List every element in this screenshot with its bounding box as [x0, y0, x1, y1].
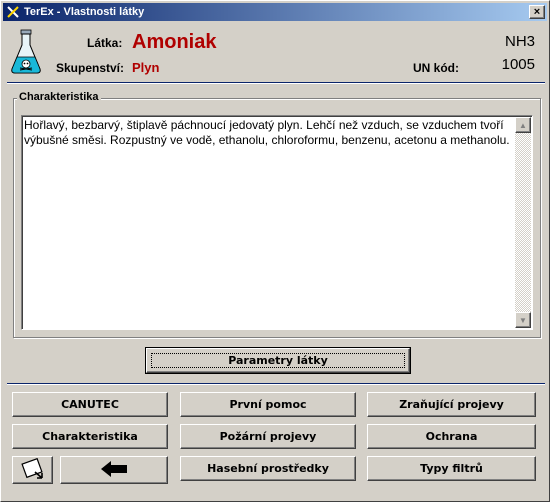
substance-name: Amoniak	[132, 31, 217, 53]
characteristics-group-label: Charakteristika	[17, 91, 101, 103]
extinguishing-button[interactable]: Hasební prostředky	[180, 456, 356, 481]
properties-window: TerEx - Vlastnosti látky × Látka: Amonia…	[0, 0, 550, 502]
characteristics-textarea[interactable]: Hořlavý, bezbarvý, štiplavě páchnoucí je…	[21, 115, 533, 330]
export-icon	[20, 457, 45, 483]
substance-name-label: Látka:	[87, 36, 123, 50]
buttons-divider	[7, 383, 545, 385]
first-aid-button-label: První pomoc	[229, 398, 307, 411]
canutec-button[interactable]: CANUTEC	[12, 392, 168, 417]
protection-button[interactable]: Ochrana	[367, 424, 536, 449]
scroll-up-icon: ▲	[519, 120, 527, 130]
injury-effects-button-label: Zraňující projevy	[399, 398, 504, 411]
vertical-scrollbar[interactable]: ▲ ▼	[515, 117, 531, 328]
back-arrow-icon	[99, 460, 129, 481]
app-icon	[6, 5, 20, 19]
filter-types-button[interactable]: Typy filtrů	[367, 456, 536, 481]
un-code-value: 1005	[501, 56, 535, 73]
filter-types-button-label: Typy filtrů	[420, 462, 483, 475]
window-title: TerEx - Vlastnosti látky	[24, 6, 145, 18]
fire-effects-button-label: Požární projevy	[219, 430, 317, 443]
state-value: Plyn	[132, 60, 160, 75]
title-bar[interactable]: TerEx - Vlastnosti látky ×	[3, 3, 547, 21]
scroll-down-button[interactable]: ▼	[515, 312, 531, 328]
scroll-up-button[interactable]: ▲	[515, 117, 531, 133]
substance-header: Látka: Amoniak Skupenství: Plyn NH3 UN k…	[1, 21, 549, 83]
back-button[interactable]	[60, 456, 168, 484]
characteristics-button-label: Charakteristika	[42, 430, 138, 443]
export-button[interactable]	[12, 456, 53, 484]
header-divider	[7, 82, 545, 84]
fire-effects-button[interactable]: Požární projevy	[180, 424, 356, 449]
protection-button-label: Ochrana	[425, 430, 478, 443]
flask-icon	[9, 29, 43, 75]
un-code-label: UN kód:	[413, 61, 459, 75]
close-button[interactable]: ×	[529, 5, 545, 19]
extinguishing-button-label: Hasební prostředky	[207, 462, 329, 475]
characteristics-button[interactable]: Charakteristika	[12, 424, 168, 449]
parameters-button[interactable]: Parametry látky	[145, 347, 411, 374]
first-aid-button[interactable]: První pomoc	[180, 392, 356, 417]
chemical-formula: NH3	[504, 33, 535, 50]
state-label: Skupenství:	[56, 61, 125, 75]
scroll-down-icon: ▼	[519, 315, 527, 325]
close-icon: ×	[533, 5, 541, 18]
characteristics-text: Hořlavý, bezbarvý, štiplavě páchnoucí je…	[24, 118, 510, 147]
injury-effects-button[interactable]: Zraňující projevy	[367, 392, 536, 417]
canutec-button-label: CANUTEC	[61, 398, 119, 411]
focus-ring	[151, 353, 405, 368]
